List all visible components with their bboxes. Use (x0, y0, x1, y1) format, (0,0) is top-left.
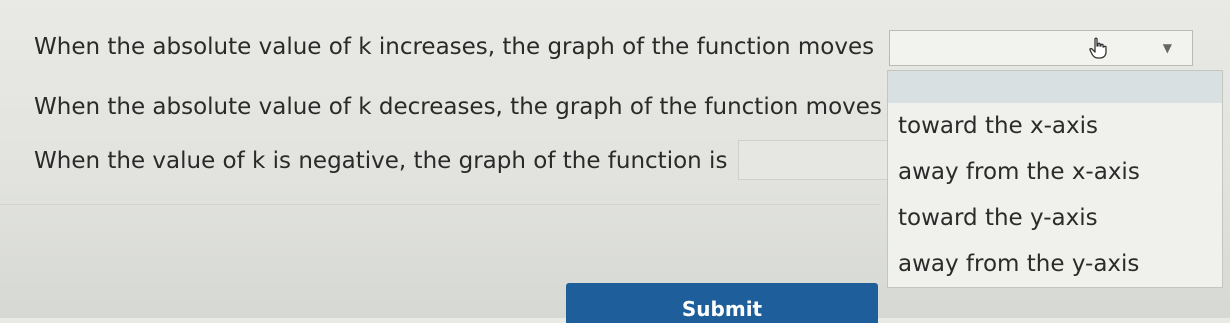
question-1-text: When the absolute value of k increases, … (34, 34, 875, 60)
answer-dropdown-3[interactable] (738, 140, 890, 180)
hand-pointer-icon (1089, 37, 1107, 59)
question-3-text: When the value of k is negative, the gra… (34, 148, 728, 174)
divider (0, 204, 880, 205)
answer-dropdown-1[interactable]: ▼ (889, 30, 1193, 66)
option-away-from-x-axis[interactable]: away from the x-axis (888, 149, 1222, 195)
option-toward-y-axis[interactable]: toward the y-axis (888, 195, 1222, 241)
option-toward-x-axis[interactable]: toward the x-axis (888, 103, 1222, 149)
dropdown-option-empty[interactable] (888, 71, 1222, 103)
dropdown-options-list[interactable]: toward the x-axis away from the x-axis t… (887, 70, 1223, 288)
submit-button[interactable]: Submit (566, 283, 878, 323)
dropdown-arrow-icon[interactable]: ▼ (1163, 41, 1172, 55)
question-2-text: When the absolute value of k decreases, … (34, 94, 882, 120)
option-away-from-y-axis[interactable]: away from the y-axis (888, 241, 1222, 287)
